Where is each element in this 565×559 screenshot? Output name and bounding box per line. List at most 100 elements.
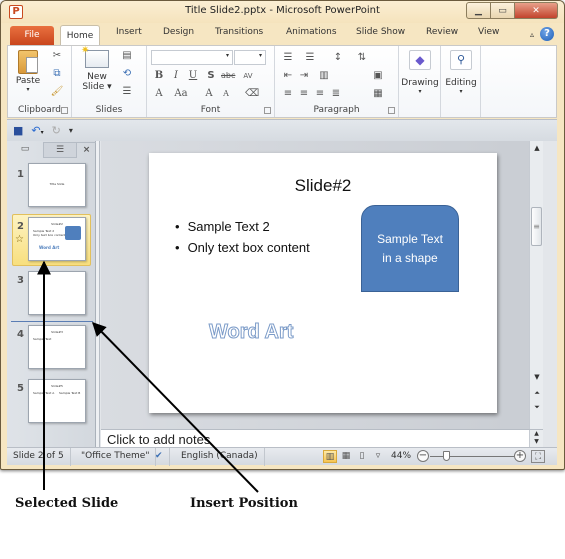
- rounded-shape[interactable]: Sample Text in a shape: [361, 205, 459, 292]
- maximize-button[interactable]: ▭: [491, 2, 515, 19]
- ribbon: Paste ▾ ✂ ⧉ 🖌 Clipboard ✷ New Slide ▾ ▤ …: [7, 45, 557, 118]
- paragraph-group-label: Paragraph: [313, 105, 360, 115]
- align-left-icon[interactable]: ≡: [281, 88, 295, 100]
- slide-thumbnail-4[interactable]: Slide#3 Sample Text: [28, 325, 86, 369]
- shrink-font-button[interactable]: A: [219, 88, 233, 100]
- zoom-out-icon[interactable]: −: [417, 450, 429, 462]
- tab-insert[interactable]: Insert: [116, 27, 142, 37]
- tab-review[interactable]: Review: [426, 27, 458, 37]
- font-size-combo[interactable]: ▾: [234, 50, 266, 65]
- slide-title[interactable]: Slide#2: [149, 176, 497, 196]
- drawing-button[interactable]: ◆ Drawing ▾: [399, 50, 441, 95]
- line-spacing-icon[interactable]: ↕: [331, 52, 345, 64]
- clear-formatting-icon[interactable]: ⌫: [245, 88, 259, 100]
- slide-thumbnail-1[interactable]: Title Slide: [28, 163, 86, 207]
- slide-show-icon[interactable]: ▿: [371, 450, 385, 463]
- outline-tab[interactable]: ☰: [43, 142, 77, 158]
- align-text-icon[interactable]: ▣: [371, 70, 385, 82]
- slide-thumbnail-2[interactable]: Slide#2 Sample Text 2 Only text box cont…: [28, 217, 86, 261]
- slide-number: 2: [17, 221, 24, 232]
- columns-icon[interactable]: ▥: [317, 70, 331, 82]
- grow-font-button[interactable]: A: [202, 88, 216, 100]
- selected-slide-caption: Selected Slide: [15, 496, 119, 511]
- reset-icon[interactable]: ⟲: [120, 68, 134, 80]
- fit-to-window-icon[interactable]: ⛶: [531, 450, 545, 463]
- normal-view-icon[interactable]: ▥: [323, 450, 337, 463]
- slide-position: Slide 2 of 5: [7, 448, 71, 466]
- spellcheck-icon[interactable]: ✔: [149, 448, 170, 466]
- quick-access-toolbar: ■ ↶▾ ↻ ▾: [7, 119, 557, 141]
- zoom-level[interactable]: 44%: [391, 451, 411, 461]
- save-icon[interactable]: ■: [13, 124, 23, 137]
- notes-scrollbar[interactable]: ▲ ▼: [529, 430, 543, 448]
- editing-button[interactable]: ⚲ Editing ▾: [441, 50, 481, 95]
- paragraph-launcher-icon[interactable]: [388, 107, 395, 114]
- shadow-button[interactable]: S: [204, 70, 218, 82]
- customize-icon[interactable]: ▾: [69, 126, 73, 135]
- pane-splitter[interactable]: [96, 141, 100, 447]
- vertical-scrollbar[interactable]: ▲ ≡ ▼ ⏶ ⏷: [529, 141, 543, 429]
- notes-placeholder[interactable]: Click to add notes: [107, 432, 210, 447]
- undo-icon[interactable]: ↶▾: [31, 124, 43, 137]
- tab-home[interactable]: Home: [60, 25, 100, 46]
- slide-sorter-icon[interactable]: ▦: [339, 450, 353, 463]
- tab-slide-show[interactable]: Slide Show: [356, 27, 405, 37]
- new-slide-icon: ✷: [81, 45, 109, 68]
- section-icon[interactable]: ☰: [120, 86, 134, 98]
- bold-button[interactable]: B: [152, 70, 166, 82]
- slides-tab[interactable]: ▭: [7, 142, 43, 158]
- clipboard-launcher-icon[interactable]: [61, 107, 68, 114]
- paste-button[interactable]: Paste ▾: [14, 50, 42, 93]
- scroll-thumb[interactable]: ≡: [531, 207, 542, 246]
- zoom-slider-thumb[interactable]: [442, 451, 450, 461]
- numbering-icon[interactable]: ☰: [303, 52, 317, 64]
- minimize-ribbon-icon[interactable]: ▵: [530, 30, 534, 39]
- decrease-indent-icon[interactable]: ⇤: [281, 70, 295, 82]
- next-slide-icon[interactable]: ⏷: [530, 403, 544, 412]
- drawing-group[interactable]: ◆ Drawing ▾: [399, 46, 441, 117]
- tab-animations[interactable]: Animations: [286, 27, 337, 37]
- change-case-button[interactable]: Aa: [171, 88, 191, 100]
- slide-thumbnail-5[interactable]: Slide#5 Sample Text A Sample Text B: [28, 379, 86, 423]
- bullets-icon[interactable]: ☰: [281, 52, 295, 64]
- tab-transitions[interactable]: Transitions: [215, 27, 263, 37]
- font-name-combo[interactable]: ▾: [151, 50, 233, 65]
- close-pane-button[interactable]: ×: [77, 142, 96, 158]
- new-slide-button[interactable]: ✷ New Slide ▾: [80, 45, 114, 92]
- redo-icon[interactable]: ↻: [52, 124, 61, 137]
- underline-button[interactable]: U: [186, 70, 200, 82]
- text-direction-icon[interactable]: ⇅: [355, 52, 369, 64]
- zoom-in-icon[interactable]: +: [514, 450, 526, 462]
- editing-group[interactable]: ⚲ Editing ▾: [441, 46, 481, 117]
- font-color-button[interactable]: A: [152, 88, 166, 100]
- align-center-icon[interactable]: ≡: [297, 88, 311, 100]
- close-button[interactable]: ✕: [515, 2, 558, 19]
- italic-button[interactable]: I: [169, 70, 183, 82]
- char-spacing-button[interactable]: AV: [241, 70, 255, 82]
- language[interactable]: English (Canada): [175, 448, 265, 466]
- slide-canvas[interactable]: Slide#2 Sample Text 2 Only text box cont…: [149, 153, 497, 413]
- help-icon[interactable]: ?: [540, 27, 554, 41]
- previous-slide-icon[interactable]: ⏶: [530, 389, 544, 398]
- tab-design[interactable]: Design: [163, 27, 194, 37]
- format-painter-icon[interactable]: 🖌: [50, 86, 64, 98]
- align-right-icon[interactable]: ≡: [313, 88, 327, 100]
- font-launcher-icon[interactable]: [264, 107, 271, 114]
- copy-icon[interactable]: ⧉: [50, 68, 64, 80]
- reading-view-icon[interactable]: ▯: [355, 450, 369, 463]
- notes-pane[interactable]: Click to add notes ▲ ▼: [101, 429, 543, 448]
- justify-icon[interactable]: ≣: [329, 88, 343, 100]
- minimize-button[interactable]: ▁: [466, 2, 491, 19]
- tab-file[interactable]: File: [10, 26, 54, 45]
- wordart-text[interactable]: Word Art: [208, 321, 293, 344]
- tab-view[interactable]: View: [478, 27, 499, 37]
- layout-icon[interactable]: ▤: [120, 50, 134, 62]
- cut-icon[interactable]: ✂: [50, 50, 64, 62]
- slide-thumbnail-3[interactable]: [28, 271, 86, 315]
- scroll-down-icon[interactable]: ▼: [530, 373, 544, 381]
- scroll-up-icon[interactable]: ▲: [530, 144, 544, 152]
- strikethrough-button[interactable]: abc: [221, 70, 235, 82]
- smartart-icon[interactable]: ▦: [371, 88, 385, 100]
- increase-indent-icon[interactable]: ⇥: [297, 70, 311, 82]
- bullet-list[interactable]: Sample Text 2 Only text box content: [175, 219, 310, 261]
